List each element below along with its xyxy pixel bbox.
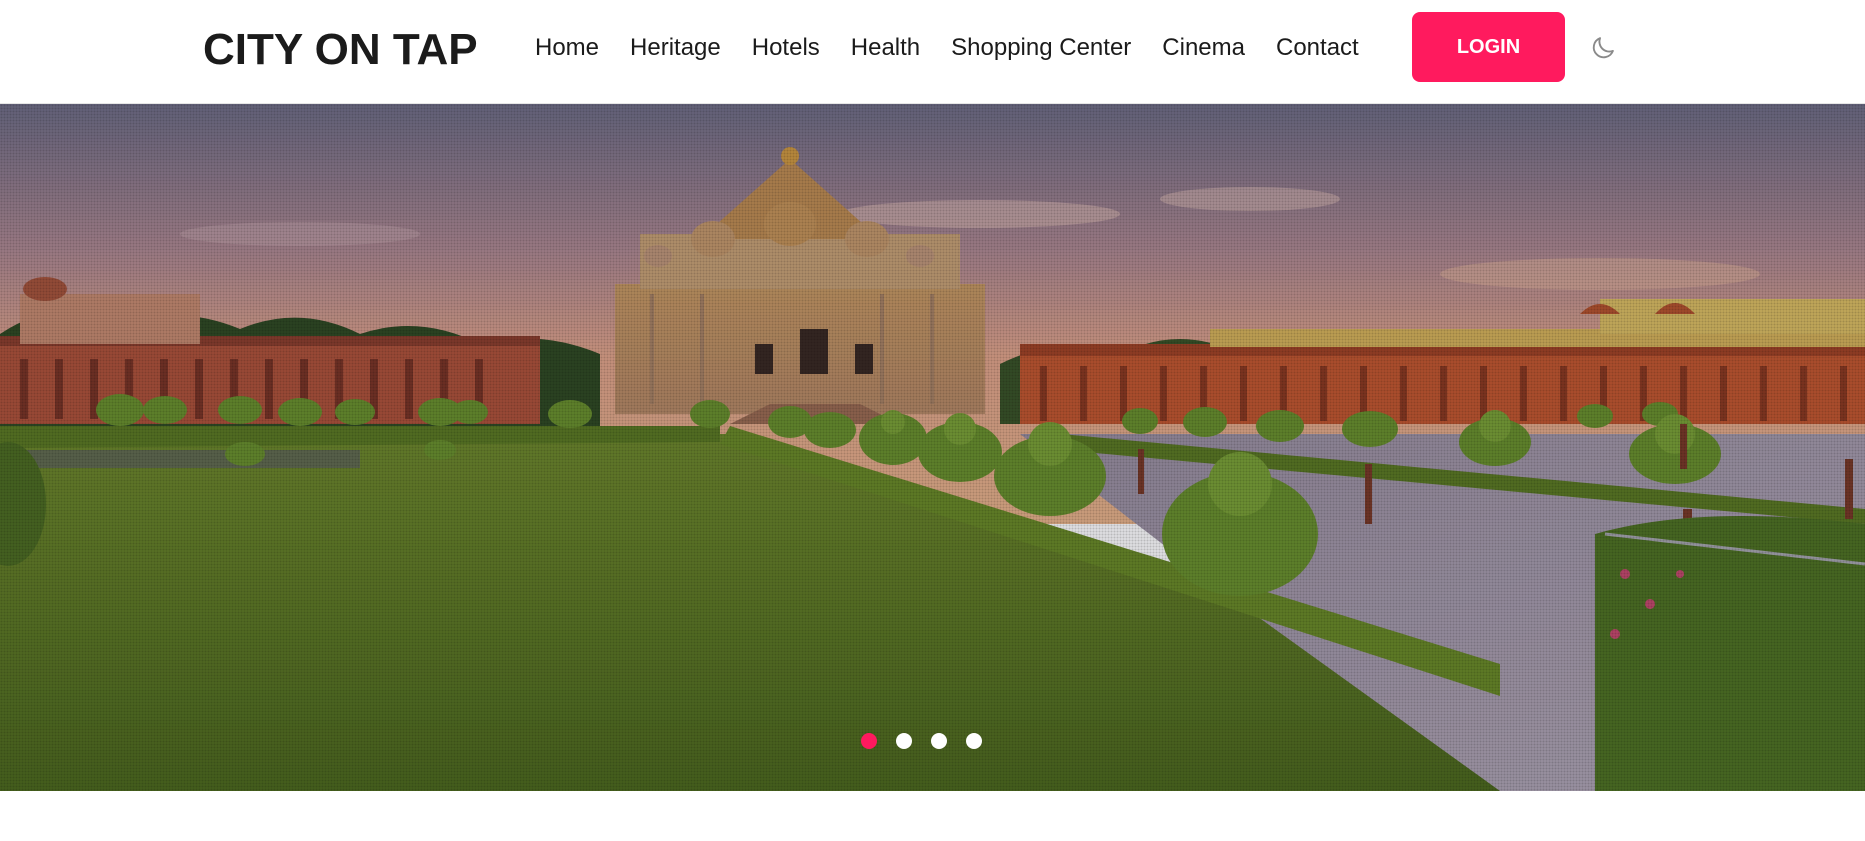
hero-carousel xyxy=(0,104,1865,791)
nav-contact[interactable]: Contact xyxy=(1276,33,1359,63)
carousel-dot-3[interactable] xyxy=(931,733,947,749)
nav-home[interactable]: Home xyxy=(535,33,599,63)
carousel-dot-4[interactable] xyxy=(966,733,982,749)
nav-health[interactable]: Health xyxy=(851,33,920,63)
brand-logo[interactable]: CITY ON TAP xyxy=(203,26,478,74)
hero-dot-overlay xyxy=(0,104,1865,791)
theme-toggle[interactable] xyxy=(1588,33,1618,63)
login-button[interactable]: LOGIN xyxy=(1412,12,1565,82)
nav-heritage[interactable]: Heritage xyxy=(630,33,721,63)
carousel-dot-2[interactable] xyxy=(896,733,912,749)
carousel-indicators xyxy=(861,733,982,749)
carousel-dot-1[interactable] xyxy=(861,733,877,749)
moon-icon xyxy=(1592,37,1614,59)
nav-hotels[interactable]: Hotels xyxy=(752,33,820,63)
main-nav: Home Heritage Hotels Health Shopping Cen… xyxy=(535,33,1359,63)
nav-cinema[interactable]: Cinema xyxy=(1162,33,1245,63)
nav-shopping-center[interactable]: Shopping Center xyxy=(951,33,1131,63)
site-header: CITY ON TAP Home Heritage Hotels Health … xyxy=(0,0,1865,104)
